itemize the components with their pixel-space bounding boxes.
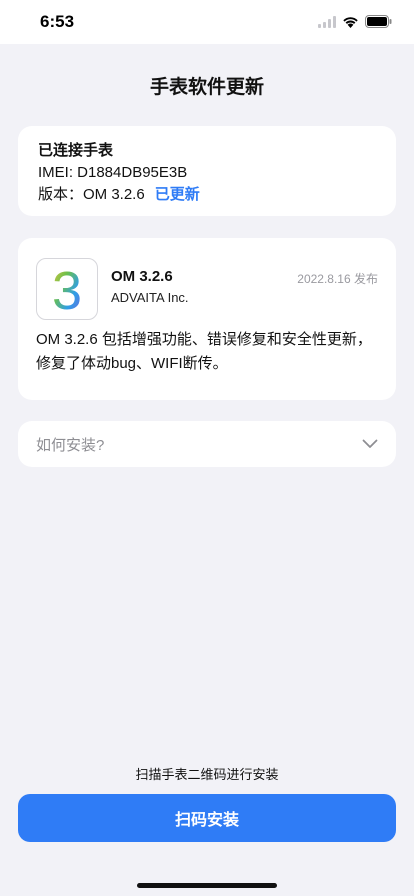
- page-title: 手表软件更新: [149, 77, 264, 98]
- version-title: OM 3.2.6: [111, 268, 173, 285]
- home-indicator[interactable]: [137, 883, 277, 888]
- device-card: 已连接手表 IMEI: D1884DB95E3B 版本：OM 3.2.6 已更新: [18, 126, 396, 216]
- app-icon: 3: [36, 258, 98, 320]
- status-icons: [318, 15, 392, 28]
- company-name: ADVAITA Inc.: [111, 290, 189, 305]
- status-time: 6:53: [40, 12, 75, 31]
- update-status-link[interactable]: 已更新: [155, 186, 200, 203]
- device-heading: 已连接手表: [38, 142, 114, 159]
- how-to-install-row[interactable]: 如何安装?: [18, 421, 396, 467]
- chevron-down-icon: [362, 439, 378, 448]
- device-imei: IMEI: D1884DB95E3B: [38, 164, 188, 181]
- update-page: 手表软件更新 已连接手表 IMEI: D1884DB95E3B 版本：OM 3.…: [0, 44, 414, 896]
- device-version-row: 版本：OM 3.2.6 已更新: [38, 184, 376, 206]
- how-to-install-label: 如何安装?: [36, 436, 105, 454]
- wifi-icon: [343, 16, 358, 28]
- update-card: 3 OM 3.2.6 ADVAITA Inc. 2022.8.16 发布 OM …: [18, 238, 396, 400]
- status-bar: 6:53: [0, 0, 414, 44]
- device-version: 版本：OM 3.2.6: [38, 186, 145, 203]
- signal-icon: [318, 15, 336, 28]
- scan-install-button[interactable]: 扫码安装: [18, 794, 396, 842]
- scan-hint: 扫描手表二维码进行安装: [135, 767, 279, 782]
- app-icon-digit: 3: [52, 262, 82, 316]
- version-three-icon: 3: [52, 262, 82, 316]
- battery-icon: [365, 15, 392, 28]
- release-date: 2022.8.16 发布: [297, 272, 378, 286]
- release-notes: OM 3.2.6 包括增强功能、错误修复和安全性更新，修复了体动bug、WIFI…: [36, 331, 372, 372]
